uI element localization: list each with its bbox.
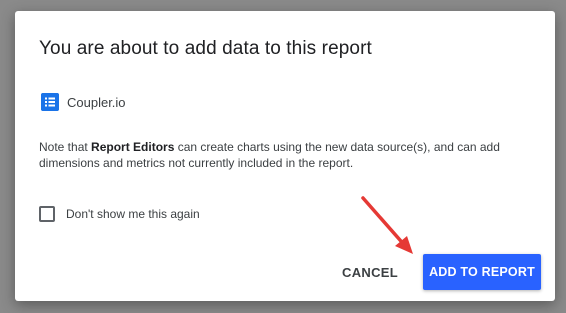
list-icon (41, 93, 59, 111)
note-prefix: Note that (39, 140, 92, 154)
modal-backdrop: You are about to add data to this report… (0, 0, 566, 313)
red-arrow-icon (361, 196, 413, 254)
data-source-row: Coupler.io (41, 93, 126, 111)
dont-show-again-label[interactable]: Don't show me this again (66, 207, 200, 221)
add-data-dialog: You are about to add data to this report… (15, 11, 555, 301)
note-report-editors: Report Editors (91, 140, 175, 154)
dont-show-again-row[interactable]: Don't show me this again (39, 206, 200, 222)
data-source-name: Coupler.io (67, 94, 126, 110)
dont-show-again-checkbox[interactable] (39, 206, 55, 222)
dialog-title: You are about to add data to this report (39, 38, 372, 59)
editor-note: Note that Report Editors can create char… (39, 139, 539, 171)
add-to-report-button[interactable]: ADD TO REPORT (423, 254, 541, 290)
cancel-button[interactable]: CANCEL (333, 254, 407, 290)
